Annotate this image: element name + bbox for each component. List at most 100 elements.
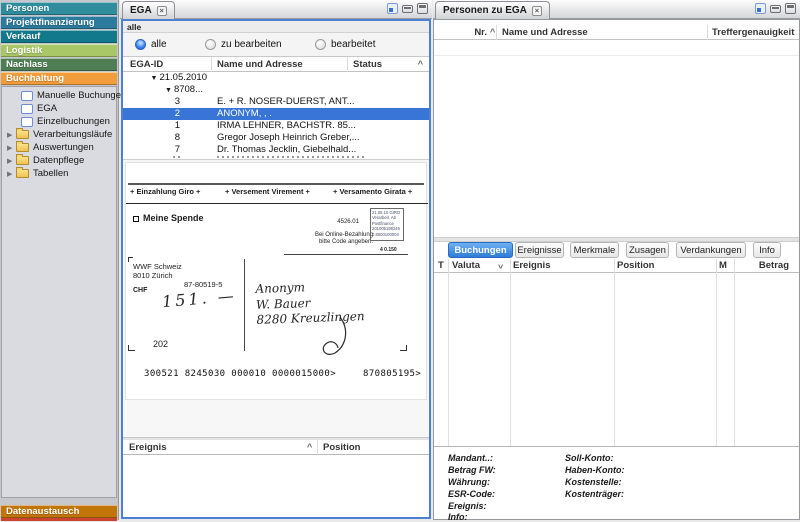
expand-arrow-icon[interactable]: [7, 155, 16, 166]
column-divider[interactable]: [347, 57, 348, 72]
buchhaltung-tree: Manuelle Buchungen EGA Einzelbuchungen V…: [1, 86, 117, 498]
maximize-icon[interactable]: [417, 3, 428, 14]
sidebar-section-nachlass[interactable]: Nachlass: [1, 58, 117, 71]
editor-icon: [21, 117, 33, 127]
tab-label: Personen zu EGA: [443, 5, 527, 16]
tab-ereignisse[interactable]: Ereignisse: [515, 242, 564, 258]
form-label-esr-code: ESR-Code:: [448, 489, 495, 499]
tree-item-verarbeitungslaeufe[interactable]: Verarbeitungsläufe: [2, 128, 116, 141]
tree-item-tabellen[interactable]: Tabellen: [2, 167, 116, 180]
match-table-header: Nr. Name und Adresse Treffergenauigkeit: [434, 25, 799, 40]
tree-item-datenpflege[interactable]: Datenpflege: [2, 154, 116, 167]
column-header-name[interactable]: Name und Adresse: [502, 27, 588, 38]
slip-form-number: 202: [153, 339, 168, 349]
column-header-valuta[interactable]: Valuta: [452, 260, 480, 271]
tab-label: Zusagen: [629, 245, 666, 256]
radio-selected-icon[interactable]: [135, 39, 146, 50]
column-header-position[interactable]: Position: [323, 442, 360, 453]
tree-item-manuelle-buchungen[interactable]: Manuelle Buchungen: [2, 89, 116, 102]
view-controls: [755, 3, 796, 14]
column-divider[interactable]: [734, 259, 735, 273]
tab-label: Info: [759, 245, 775, 256]
sidebar-section-buchhaltung[interactable]: Buchhaltung: [1, 72, 117, 85]
cell-ega-id: 3: [123, 96, 180, 108]
radio-alle[interactable]: alle: [135, 39, 167, 50]
tab-buchungen[interactable]: Buchungen: [448, 242, 513, 258]
sidebar-section-projektfinanzierung[interactable]: Projektfinanzierung: [1, 16, 117, 29]
close-icon[interactable]: [532, 6, 542, 16]
ocr-account-line: 870805195>: [363, 369, 421, 379]
sidebar-section-logistik[interactable]: Logistik: [1, 44, 117, 57]
form-label-waehrung: Währung:: [448, 477, 490, 487]
column-divider[interactable]: [448, 259, 449, 273]
expand-arrow-icon[interactable]: [7, 168, 16, 179]
column-header-betrag[interactable]: Betrag: [759, 260, 789, 271]
tab-label: Ereignisse: [517, 245, 561, 256]
form-label-info: Info:: [448, 512, 468, 522]
tree-item-einzelbuchungen[interactable]: Einzelbuchungen: [2, 115, 116, 128]
stamp-footer: 4 0.150: [380, 247, 397, 253]
cell-name: Gregor Joseph Heinrich Greber,...: [217, 132, 360, 144]
radio-bearbeitet[interactable]: bearbeitet: [315, 39, 375, 50]
table-row[interactable]: 8 Gregor Joseph Heinrich Greber,...: [123, 132, 429, 144]
column-header-ereignis[interactable]: Ereignis: [513, 260, 551, 271]
column-header-treffergenauigkeit[interactable]: Treffergenauigkeit: [712, 27, 794, 38]
slip-checkbox-icon: [133, 216, 139, 222]
tab-verdankungen[interactable]: Verdankungen: [676, 242, 746, 258]
slip-title-fr: Versement Virement: [225, 187, 310, 196]
expand-arrow-icon[interactable]: [7, 129, 16, 140]
tree-item-auswertungen[interactable]: Auswertungen: [2, 141, 116, 154]
column-divider[interactable]: [496, 25, 497, 40]
expand-arrow-icon[interactable]: [7, 142, 16, 153]
tab-zusagen[interactable]: Zusagen: [626, 242, 669, 258]
tree-item-label: Verarbeitungsläufe: [33, 129, 112, 140]
column-divider[interactable]: [707, 25, 708, 40]
cell-ega-id: 8: [123, 132, 180, 144]
table-row[interactable]: 7 Dr. Thomas Jecklin, Giebelhald...: [123, 144, 429, 156]
sidebar-section-datenaustausch[interactable]: Datenaustausch: [1, 505, 117, 518]
column-divider[interactable]: [614, 259, 615, 273]
tree-item-ega[interactable]: EGA: [2, 102, 116, 115]
close-icon[interactable]: [157, 6, 167, 16]
column-divider[interactable]: [510, 259, 511, 273]
column-header-nr[interactable]: Nr.: [434, 27, 487, 38]
handwritten-sender: Anonym W. Bauer 8280 Kreuzlingen: [255, 278, 365, 328]
tree-item-label: Auswertungen: [33, 142, 94, 153]
column-header-ega-id[interactable]: EGA-ID: [130, 59, 163, 70]
column-header-name[interactable]: Name und Adresse: [217, 59, 303, 70]
slip-note-line1: Bei Online-Bezahlung: [256, 232, 373, 240]
column-header-status[interactable]: Status: [353, 59, 382, 70]
cell-name: ANONYM, , .: [217, 108, 272, 120]
table-row-selected[interactable]: 2 ANONYM, , .: [123, 108, 429, 120]
maximize-icon[interactable]: [785, 3, 796, 14]
table-row[interactable]: 1 IRMA LEHNER, BACHSTR. 85...: [123, 120, 429, 132]
column-header-ereignis[interactable]: Ereignis: [129, 442, 167, 453]
minimize-icon[interactable]: [402, 5, 413, 13]
cell-ega-id: 2: [123, 108, 180, 120]
tab-ega[interactable]: EGA: [122, 1, 175, 19]
view-menu-icon[interactable]: [387, 3, 398, 14]
column-header-position[interactable]: Position: [617, 260, 654, 271]
ega-content: alle alle zu bearbeiten bearbeitet EGA-I…: [121, 19, 431, 519]
tab-merkmale[interactable]: Merkmale: [570, 242, 619, 258]
sort-asc-icon: [490, 27, 495, 37]
radio-icon[interactable]: [315, 39, 326, 50]
column-divider[interactable]: [211, 57, 212, 72]
ereignis-table-body: [123, 455, 429, 517]
view-menu-icon[interactable]: [755, 3, 766, 14]
column-divider[interactable]: [716, 259, 717, 273]
column-header-m[interactable]: M: [719, 260, 727, 271]
tab-personen-zu-ega[interactable]: Personen zu EGA: [435, 1, 550, 19]
slip-currency: CHF: [133, 287, 147, 294]
radio-zu-bearbeiten[interactable]: zu bearbeiten: [205, 39, 282, 50]
minimize-icon[interactable]: [770, 5, 781, 13]
sort-asc-icon: [418, 59, 423, 69]
sidebar-section-verkauf[interactable]: Verkauf: [1, 30, 117, 43]
filter-radio-group: alle zu bearbeiten bearbeitet: [123, 32, 429, 57]
column-header-t[interactable]: T: [438, 260, 444, 271]
radio-icon[interactable]: [205, 39, 216, 50]
table-row[interactable]: 3 E. + R. NOSER-DUERST, ANT...: [123, 96, 429, 108]
tab-info[interactable]: Info: [753, 242, 781, 258]
tab-label: Verdankungen: [680, 245, 741, 256]
sidebar-section-personen[interactable]: Personen: [1, 2, 117, 15]
